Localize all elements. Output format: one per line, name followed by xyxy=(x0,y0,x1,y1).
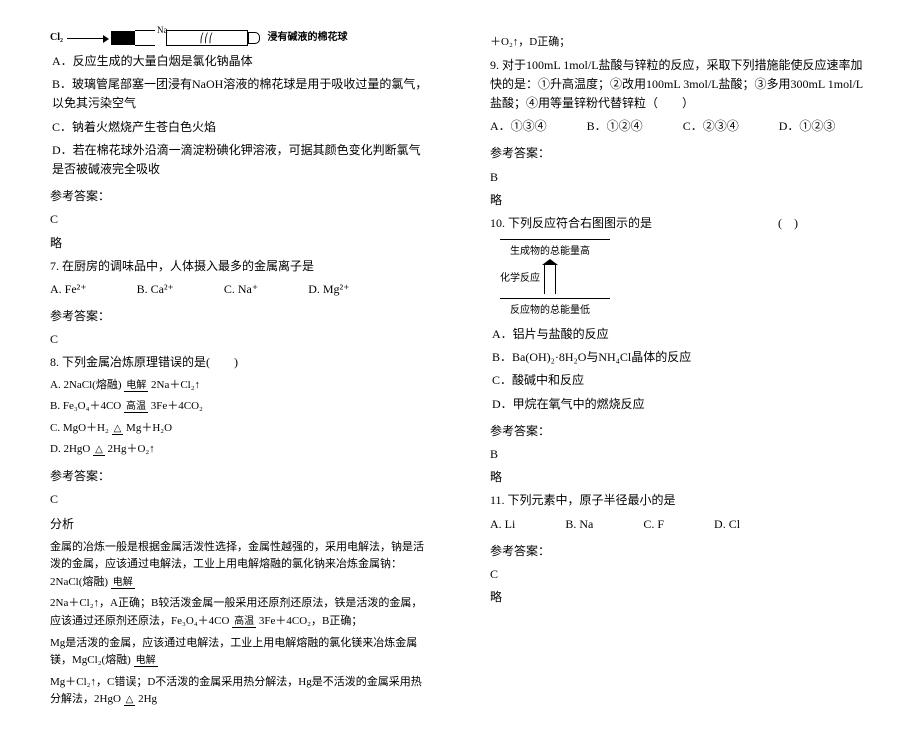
q7-opt-D: D. Mg²⁺ xyxy=(308,280,349,299)
omit-6: 略 xyxy=(50,234,430,253)
q8A-cond: 电解 xyxy=(124,380,148,392)
tube-left-block xyxy=(111,31,135,45)
analysis-label: 分析 xyxy=(50,515,430,534)
analysis-para-2: Mg是活泼的金属，应该通过电解法，工业上用电解熔融的氯化镁来冶炼金属镁，MgCl… xyxy=(50,635,430,670)
energy-top-line xyxy=(500,239,610,240)
q10-text: 10. 下列反应符合右图图示的是 xyxy=(490,216,652,230)
q10-opt-D: D．甲烷在氧气中的燃烧反应 xyxy=(492,395,870,414)
question-11: 11. 下列元素中，原子半径最小的是 xyxy=(490,491,870,510)
left-column: Cl₂ Na ⎛⎛⎛ 浸有碱液的棉花球 A．反应生成的大量白烟是氯化钠晶体 B．… xyxy=(50,30,430,713)
q9-options: A．①③④ B．①②④ C．②③④ D．①②③ xyxy=(490,117,870,136)
ref-answer-label-10: 参考答案： xyxy=(490,422,870,441)
q10-opt-C: C．酸碱中和反应 xyxy=(492,371,870,390)
q11-opt-B: B. Na xyxy=(565,515,593,534)
question-9: 9. 对于100mL 1mol/L盐酸与锌粒的反应，采取下列措施能使反应速率加快… xyxy=(490,56,870,114)
ref-answer-label-9: 参考答案： xyxy=(490,144,870,163)
q9-opt-B: B．①②④ xyxy=(587,117,643,136)
q8C-head: C. MgO＋H₂ xyxy=(50,422,112,434)
ana-1c: 3Fe＋4CO₂，B正确； xyxy=(256,615,362,627)
energy-top-text: 生成物的总能量高 xyxy=(510,244,660,260)
q8A-head: A. 2NaCl(熔融) xyxy=(50,379,124,391)
tube-body: ⎛⎛⎛ xyxy=(166,30,248,46)
tube-assembly: Na ⎛⎛⎛ xyxy=(111,30,260,46)
q8-opt-C: C. MgO＋H₂ △ Mg＋H₂O xyxy=(50,420,430,438)
q10-opt-B: B．Ba(OH)₂·8H₂O与NH₄Cl晶体的反应 xyxy=(492,348,870,367)
analysis-para-1: 金属的冶炼一般是根据金属活泼性选择，金属性越强的，采用电解法，钠是活泼的金属，应… xyxy=(50,539,430,592)
energy-mid-text: 化学反应 xyxy=(500,271,540,287)
answer-9: B xyxy=(490,168,870,187)
question-7: 7. 在厨房的调味品中，人体摄入最多的金属离子是 xyxy=(50,257,430,276)
answer-8: C xyxy=(50,490,430,509)
q8C-cond: △ xyxy=(112,423,124,435)
q6-option-D: D．若在棉花球外沿滴一滴淀粉碘化钾溶液，可据其颜色变化判断氯气是否被碱液完全吸收 xyxy=(52,141,430,179)
ref-answer-label-7: 参考答案： xyxy=(50,307,430,326)
q7-options: A. Fe²⁺ B. Ca²⁺ C. Na⁺ D. Mg²⁺ xyxy=(50,280,430,299)
ana-cond3: 电解 xyxy=(134,655,158,667)
ana-2c: 2Hg xyxy=(135,693,157,705)
top-continuation: ＋O₂↑，D正确； xyxy=(490,34,870,52)
answer-6: C xyxy=(50,210,430,229)
energy-diagram: 生成物的总能量高 化学反应 反应物的总能量低 xyxy=(500,239,660,319)
ana-2a: Mg是活泼的金属，应该通过电解法，工业上用电解熔融的氯化镁来冶炼金属镁，MgCl… xyxy=(50,637,417,667)
right-column: ＋O₂↑，D正确； 9. 对于100mL 1mol/L盐酸与锌粒的反应，采取下列… xyxy=(490,30,870,713)
q7-opt-C: C. Na⁺ xyxy=(224,280,258,299)
q9-opt-A: A．①③④ xyxy=(490,117,547,136)
q6-option-A: A．反应生成的大量白烟是氯化钠晶体 xyxy=(52,52,430,71)
tube-cap xyxy=(248,32,260,44)
ana-cond1: 电解 xyxy=(111,577,135,589)
q9-opt-D: D．①②③ xyxy=(779,117,836,136)
q11-opt-A: A. Li xyxy=(490,515,515,534)
q8D-tail: 2Hg＋O₂↑ xyxy=(105,443,155,455)
na-label: Na xyxy=(157,23,168,37)
energy-bottom-text: 反应物的总能量低 xyxy=(510,303,660,319)
omit-11: 略 xyxy=(490,588,870,607)
question-8: 8. 下列金属冶炼原理错误的是( ) xyxy=(50,353,430,372)
answer-10: B xyxy=(490,445,870,464)
omit-9: 略 xyxy=(490,191,870,210)
answer-7: C xyxy=(50,330,430,349)
up-arrow-icon xyxy=(544,264,556,294)
q11-options: A. Li B. Na C. F D. Cl xyxy=(490,515,870,534)
q10-opt-A: A．铝片与盐酸的反应 xyxy=(492,325,870,344)
ref-answer-label-8: 参考答案： xyxy=(50,467,430,486)
q11-opt-D: D. Cl xyxy=(714,515,740,534)
cl2-label: Cl₂ xyxy=(50,30,63,46)
q10-paren: ( ) xyxy=(778,216,798,230)
question-10: 10. 下列反应符合右图图示的是 ( ) xyxy=(490,214,870,233)
q8D-head: D. 2HgO xyxy=(50,443,93,455)
q8-opt-D: D. 2HgO △ 2Hg＋O₂↑ xyxy=(50,441,430,459)
q8D-cond: △ xyxy=(93,444,105,456)
q8B-cond: 高温 xyxy=(124,401,148,413)
ana-cond4: △ xyxy=(124,694,136,706)
ana-1a: 金属的冶炼一般是根据金属活泼性选择，金属性越强的，采用电解法，钠是活泼的金属，应… xyxy=(50,541,424,588)
q8A-tail: 2Na＋Cl₂↑ xyxy=(148,379,200,391)
q8-opt-A: A. 2NaCl(熔融) 电解 2Na＋Cl₂↑ xyxy=(50,377,430,395)
ref-answer-label-6: 参考答案： xyxy=(50,187,430,206)
answer-11: C xyxy=(490,565,870,584)
diagram-caption: 浸有碱液的棉花球 xyxy=(268,30,348,46)
q6-option-B: B．玻璃管尾部塞一团浸有NaOH溶液的棉花球是用于吸收过量的氯气，以免其污染空气 xyxy=(52,75,430,113)
energy-bottom-line xyxy=(500,298,610,299)
analysis-para-2b: Mg＋Cl₂↑，C错误；D不活泼的金属采用热分解法，Hg是不活泼的金属采用热分解… xyxy=(50,674,430,709)
experiment-diagram: Cl₂ Na ⎛⎛⎛ 浸有碱液的棉花球 xyxy=(50,30,430,46)
q8B-head: B. Fe₃O₄＋4CO xyxy=(50,400,124,412)
q7-opt-B: B. Ca²⁺ xyxy=(137,280,174,299)
q9-opt-C: C．②③④ xyxy=(683,117,739,136)
analysis-para-1b: 2Na＋Cl₂↑，A正确；B较活泼金属一般采用还原剂还原法，铁是活泼的金属，应该… xyxy=(50,595,430,630)
energy-mid-row: 化学反应 xyxy=(500,264,660,294)
q8-opt-B: B. Fe₃O₄＋4CO 高温 3Fe＋4CO₂ xyxy=(50,398,430,416)
tube-white-seg xyxy=(135,30,155,46)
q8C-tail: Mg＋H₂O xyxy=(123,422,172,434)
q8B-tail: 3Fe＋4CO₂ xyxy=(148,400,203,412)
q6-option-C: C．钠着火燃烧产生苍白色火焰 xyxy=(52,118,430,137)
ref-answer-label-11: 参考答案： xyxy=(490,542,870,561)
ana-cond2: 高温 xyxy=(232,616,256,628)
gas-arrow xyxy=(67,38,107,39)
omit-10: 略 xyxy=(490,468,870,487)
q7-opt-A: A. Fe²⁺ xyxy=(50,280,87,299)
q11-opt-C: C. F xyxy=(643,515,664,534)
ana-2b: Mg＋Cl₂↑，C错误；D不活泼的金属采用热分解法，Hg是不活泼的金属采用热分解… xyxy=(50,676,422,706)
